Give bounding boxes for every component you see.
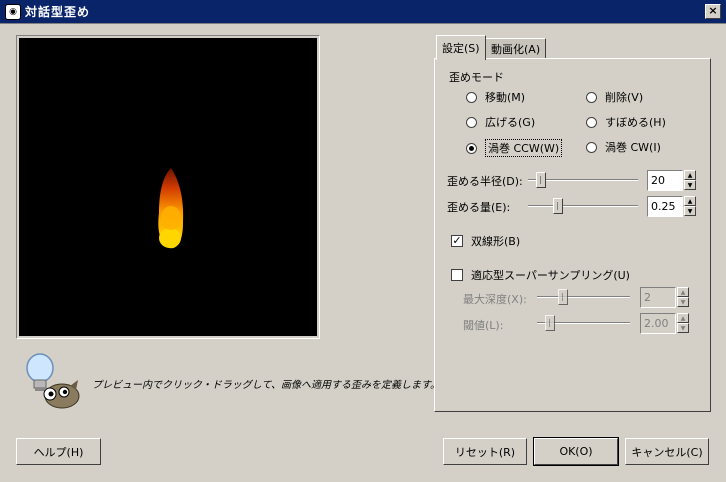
supersample-label: 適応型スーパーサンプリング(U) bbox=[471, 269, 630, 282]
tab-settings[interactable]: 設定(S) bbox=[436, 35, 486, 60]
radio-shrink[interactable]: すぼめる(H) bbox=[586, 114, 666, 130]
hint-text: プレビュー内でクリック・ドラッグして、画像へ適用する歪みを定義します。 bbox=[92, 380, 440, 391]
radio-swirl-cw-label: 渦巻 CW(I) bbox=[605, 141, 661, 154]
amount-up-arrow-icon[interactable]: ▲ bbox=[684, 196, 696, 206]
supersample-checkbox[interactable]: 適応型スーパーサンプリング(U) bbox=[451, 267, 630, 283]
window-title: 対話型歪め bbox=[25, 5, 91, 19]
radius-label: 歪める半径(D): bbox=[447, 175, 523, 188]
hint-area: プレビュー内でクリック・ドラッグして、画像へ適用する歪みを定義します。 bbox=[18, 350, 440, 410]
bilinear-label: 双線形(B) bbox=[471, 235, 521, 248]
threshold-down-arrow-icon: ▼ bbox=[677, 323, 689, 333]
title-bar: ◉ 対話型歪め × bbox=[0, 0, 726, 24]
tab-animate[interactable]: 動画化(A) bbox=[485, 38, 547, 58]
ok-button[interactable]: OK(O) bbox=[533, 437, 619, 466]
amount-value[interactable]: 0.25 bbox=[647, 196, 683, 217]
radius-slider[interactable] bbox=[528, 172, 638, 188]
close-button[interactable]: × bbox=[705, 4, 721, 19]
max-depth-slider-track bbox=[537, 296, 630, 298]
bilinear-check-mark-icon[interactable]: ✓ bbox=[451, 235, 463, 247]
threshold-up-arrow-icon: ▲ bbox=[677, 313, 689, 323]
reset-button[interactable]: リセット(R) bbox=[443, 438, 527, 465]
radio-swirl-ccw-indicator[interactable] bbox=[466, 142, 477, 154]
flame-shape bbox=[158, 168, 184, 249]
supersample-check-box[interactable] bbox=[451, 269, 463, 281]
radio-remove[interactable]: 削除(V) bbox=[586, 89, 643, 105]
max-depth-slider bbox=[537, 289, 630, 305]
radio-remove-label: 削除(V) bbox=[605, 91, 644, 104]
radio-swirl-ccw[interactable]: 渦巻 CCW(W) bbox=[466, 139, 563, 157]
radius-spinbox[interactable]: 20 ▲ ▼ bbox=[647, 170, 697, 191]
max-depth-spinbox: 2 ▲ ▼ bbox=[640, 287, 690, 308]
max-depth-label: 最大深度(X): bbox=[463, 293, 527, 306]
radius-up-arrow-icon[interactable]: ▲ bbox=[684, 170, 696, 180]
radio-swirl-cw-indicator[interactable] bbox=[586, 141, 597, 153]
max-depth-value: 2 bbox=[640, 287, 676, 308]
max-depth-down-arrow-icon: ▼ bbox=[677, 297, 689, 307]
gimp-icon: ◉ bbox=[5, 3, 21, 20]
bilinear-checkbox[interactable]: ✓ 双線形(B) bbox=[451, 233, 520, 249]
threshold-slider-knob bbox=[545, 315, 555, 331]
radio-grow[interactable]: 広げる(G) bbox=[466, 114, 535, 130]
max-depth-up-arrow-icon: ▲ bbox=[677, 287, 689, 297]
threshold-slider bbox=[537, 315, 630, 331]
radio-move[interactable]: 移動(M) bbox=[466, 89, 525, 105]
help-button[interactable]: ヘルプ(H) bbox=[16, 438, 101, 465]
radio-grow-indicator[interactable] bbox=[466, 116, 477, 128]
amount-down-arrow-icon[interactable]: ▼ bbox=[684, 206, 696, 216]
amount-slider-track bbox=[528, 205, 638, 207]
radio-move-label: 移動(M) bbox=[485, 91, 526, 104]
amount-slider-knob[interactable] bbox=[553, 198, 563, 214]
radio-remove-indicator[interactable] bbox=[586, 91, 597, 103]
radio-shrink-label: すぼめる(H) bbox=[605, 116, 666, 129]
radius-down-arrow-icon[interactable]: ▼ bbox=[684, 180, 696, 190]
threshold-spinbox: 2.00 ▲ ▼ bbox=[640, 313, 690, 334]
radio-move-indicator[interactable] bbox=[466, 91, 477, 103]
amount-slider[interactable] bbox=[528, 198, 638, 214]
max-depth-slider-knob bbox=[558, 289, 568, 305]
amount-label: 歪める量(E): bbox=[447, 201, 511, 214]
amount-spinbox[interactable]: 0.25 ▲ ▼ bbox=[647, 196, 697, 217]
threshold-value: 2.00 bbox=[640, 313, 676, 334]
threshold-label: 閾値(L): bbox=[463, 319, 504, 332]
radio-shrink-indicator[interactable] bbox=[586, 116, 597, 128]
radio-swirl-cw[interactable]: 渦巻 CW(I) bbox=[586, 139, 661, 155]
cancel-button[interactable]: キャンセル(C) bbox=[625, 438, 709, 465]
mode-group-label: 歪めモード bbox=[449, 71, 504, 84]
radius-slider-knob[interactable] bbox=[536, 172, 546, 188]
preview-canvas[interactable] bbox=[19, 38, 317, 336]
radio-grow-label: 広げる(G) bbox=[485, 116, 536, 129]
preview-frame bbox=[16, 35, 320, 339]
radius-value[interactable]: 20 bbox=[647, 170, 683, 191]
radio-swirl-ccw-label: 渦巻 CCW(W) bbox=[485, 139, 563, 157]
lightbulb-wilber-icon bbox=[26, 353, 80, 409]
